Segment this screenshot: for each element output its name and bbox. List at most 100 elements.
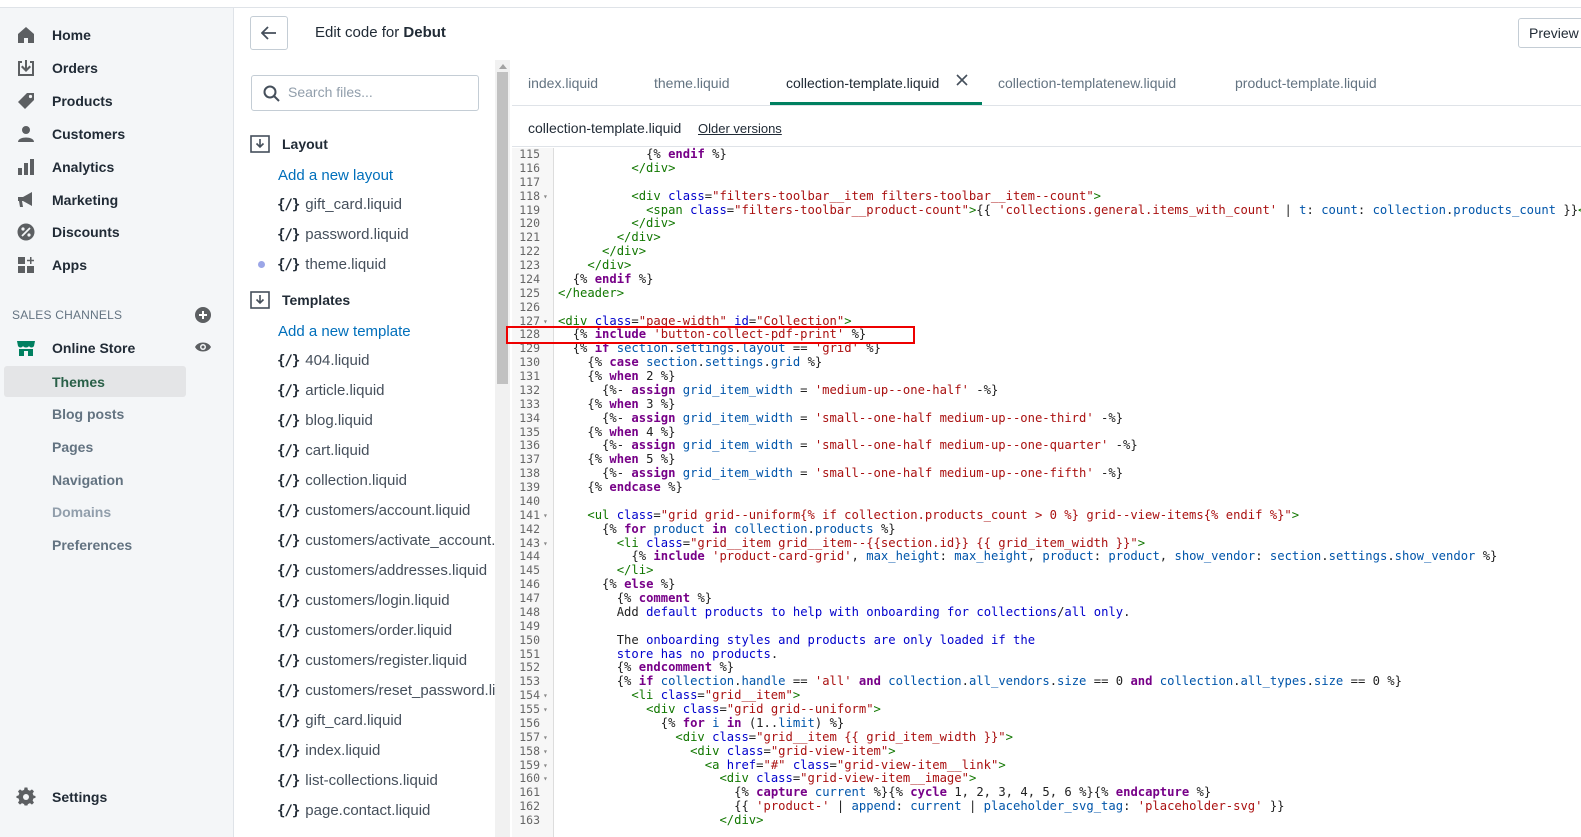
fold-arrow-icon[interactable]: ▾ [543,703,548,717]
code-line[interactable]: 150 The onboarding styles and products a… [512,633,1581,648]
code-line[interactable]: 162 {{ 'product-' | append: current | pl… [512,799,1581,814]
code-line[interactable]: 156 {% for i in (1..limit) %} [512,716,1581,731]
scroll-up-icon[interactable] [499,64,507,69]
fold-arrow-icon[interactable]: ▾ [543,509,548,523]
fold-arrow-icon[interactable]: ▾ [543,745,548,759]
tab-collection-template[interactable]: collection-template.liquid [786,75,939,91]
code-line[interactable]: 121 </div> [512,230,1581,245]
code-line[interactable]: 117 [512,175,1581,190]
back-button[interactable] [250,16,288,50]
older-versions-link[interactable]: Older versions [698,121,782,136]
nav-settings[interactable]: Settings [0,782,234,812]
nav-navigation[interactable]: Navigation [52,472,124,488]
add-sales-channel-icon[interactable] [195,307,211,323]
nav-customers[interactable]: Customers [0,119,234,149]
code-line[interactable]: 141 ▾ <ul class="grid grid--uniform{% if … [512,508,1581,523]
nav-themes[interactable]: Themes [52,374,105,390]
nav-pages[interactable]: Pages [52,439,93,455]
code-line[interactable]: 158 ▾ <div class="grid-view-item"> [512,744,1581,759]
fold-arrow-icon[interactable]: ▾ [543,537,548,551]
code-line[interactable]: 119 <span class="filters-toolbar__produc… [512,203,1581,218]
code-line[interactable]: 144 {% include 'product-card-grid', max_… [512,549,1581,564]
code-line[interactable]: 160 ▾ <div class="grid-view-item__image"> [512,771,1581,786]
fold-arrow-icon[interactable]: ▾ [543,190,548,204]
file-item[interactable]: {/} theme.liquid [277,256,495,273]
tab-product-template[interactable]: product-template.liquid [1235,75,1377,91]
nav-home[interactable]: Home [0,20,234,50]
file-item[interactable]: {/} customers/account.liquid [277,502,495,519]
eye-icon[interactable] [194,340,212,354]
file-item[interactable]: {/} index.liquid [277,742,495,759]
code-line[interactable]: 152 {% endcomment %} [512,660,1581,675]
code-line[interactable]: 115 {% endif %} [512,147,1581,162]
fold-arrow-icon[interactable]: ▾ [543,772,548,786]
nav-products[interactable]: Products [0,86,234,116]
code-line[interactable]: 155 ▾ <div class="grid grid--uniform"> [512,702,1581,717]
code-line[interactable]: 120 </div> [512,216,1581,231]
code-line[interactable]: 153 {% if collection.handle == 'all' and… [512,674,1581,689]
add-layout-link[interactable]: Add a new layout [278,167,393,184]
code-line[interactable]: 126 [512,300,1581,315]
code-line[interactable]: 135 {% when 4 %} [512,425,1581,440]
code-line[interactable]: 137 {% when 5 %} [512,452,1581,467]
code-line[interactable]: 146 {% else %} [512,577,1581,592]
code-line[interactable]: 147 {% comment %} [512,591,1581,606]
file-item[interactable]: {/} password.liquid [277,226,495,243]
code-line[interactable]: 148 Add default products to help with on… [512,605,1581,620]
code-line[interactable]: 131 {% when 2 %} [512,369,1581,384]
tab-index-liquid[interactable]: index.liquid [528,75,598,91]
code-line[interactable]: 143 ▾ <li class="grid__item grid__item--{… [512,536,1581,551]
search-files[interactable] [251,75,479,111]
code-line[interactable]: 136 {%- assign grid_item_width = 'small-… [512,438,1581,453]
nav-preferences[interactable]: Preferences [52,537,132,553]
code-line[interactable]: 139 {% endcase %} [512,480,1581,495]
nav-blog-posts[interactable]: Blog posts [52,406,124,422]
nav-marketing[interactable]: Marketing [0,185,234,215]
fold-arrow-icon[interactable]: ▾ [543,759,548,773]
nav-analytics[interactable]: Analytics [0,152,234,182]
code-line[interactable]: 159 ▾ <a href="#" class="grid-view-item__… [512,758,1581,773]
fold-arrow-icon[interactable]: ▾ [543,689,548,703]
fold-arrow-icon[interactable]: ▾ [543,731,548,745]
search-input[interactable] [288,84,468,100]
add-template-link[interactable]: Add a new template [278,323,411,340]
tab-collection-templatenew[interactable]: collection-templatenew.liquid [998,75,1176,91]
file-item[interactable]: {/} customers/order.liquid [277,622,495,639]
nav-orders[interactable]: Orders [0,53,234,83]
code-line[interactable]: 151 store has no products. [512,647,1581,662]
file-item[interactable]: {/} customers/addresses.liquid [277,562,495,579]
code-line[interactable]: 133 {% when 3 %} [512,397,1581,412]
code-line[interactable]: 118 ▾ <div class="filters-toolbar__item f… [512,189,1581,204]
file-item[interactable]: {/} blog.liquid [277,412,495,429]
code-line[interactable]: 124 {% endif %} [512,272,1581,287]
code-line[interactable]: 138 {%- assign grid_item_width = 'small-… [512,466,1581,481]
file-item[interactable]: {/} gift_card.liquid [277,196,495,213]
file-item[interactable]: {/} customers/register.liquid [277,652,495,669]
code-line[interactable]: 140 [512,494,1581,509]
file-item[interactable]: {/} cart.liquid [277,442,495,459]
file-item[interactable]: {/} article.liquid [277,382,495,399]
file-item[interactable]: {/} customers/login.liquid [277,592,495,609]
code-line[interactable]: 163 </div> [512,813,1581,828]
code-line[interactable]: 122 </div> [512,244,1581,259]
code-line[interactable]: 161 {% capture current %}{% cycle 1, 2, … [512,785,1581,800]
file-item[interactable]: {/} customers/reset_password.liquid [277,682,495,699]
nav-discounts[interactable]: Discounts [0,217,234,247]
code-line[interactable]: 125 </header> [512,286,1581,301]
file-item[interactable]: {/} page.contact.liquid [277,802,495,819]
file-item[interactable]: {/} list-collections.liquid [277,772,495,789]
close-icon[interactable] [955,73,969,87]
code-line[interactable]: 116 </div> [512,161,1581,176]
file-item[interactable]: {/} 404.liquid [277,352,495,369]
code-line[interactable]: 149 [512,619,1581,634]
code-line[interactable]: 134 {%- assign grid_item_width = 'small-… [512,411,1581,426]
file-item[interactable]: {/} gift_card.liquid [277,712,495,729]
preview-button[interactable]: Preview [1518,18,1581,48]
nav-domains[interactable]: Domains [52,504,111,520]
file-item[interactable]: {/} collection.liquid [277,472,495,489]
code-line[interactable]: 154 ▾ <li class="grid__item"> [512,688,1581,703]
code-line[interactable]: 130 {% case section.settings.grid %} [512,355,1581,370]
code-line[interactable]: 129 {% if section.settings.layout == 'gr… [512,341,1581,356]
code-line[interactable]: 157 ▾ <div class="grid__item {{ grid_item… [512,730,1581,745]
code-editor[interactable]: 115 {% endif %} 116 </div> 117 118 ▾ <div cl… [512,147,1581,828]
